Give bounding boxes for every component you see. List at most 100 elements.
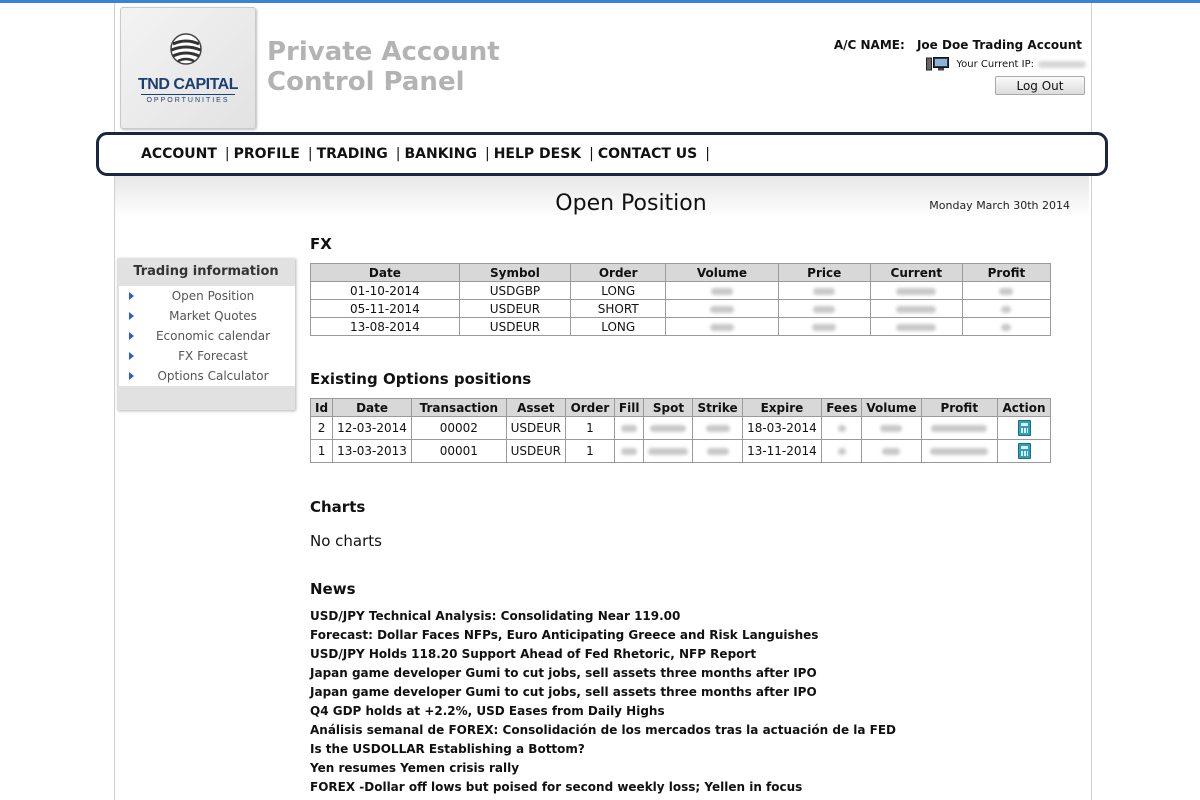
column-header: Price xyxy=(777,263,871,282)
sidebar-item-label: Economic calendar xyxy=(155,329,271,343)
cell-date: 12-03-2014 xyxy=(332,416,413,440)
current-date: Monday March 30th 2014 xyxy=(929,199,1070,212)
cell-profit-redacted xyxy=(920,439,999,463)
nav-account[interactable]: ACCOUNT xyxy=(141,146,217,162)
panel-title-line2: Control Panel xyxy=(267,67,465,97)
nav-separator: | xyxy=(307,146,313,162)
column-header: Symbol xyxy=(458,263,572,282)
table-row: 01-10-2014 USDGBP LONG xyxy=(310,281,1052,300)
nav-contact-us[interactable]: CONTACT US xyxy=(598,146,697,162)
column-header: Order xyxy=(570,263,667,282)
news-item[interactable]: FOREX -Dollar off lows but poised for se… xyxy=(310,778,896,797)
table-row: 1 13-03-2013 00001 USDEUR 1 13-11-2014 xyxy=(309,439,1051,463)
column-header: Date xyxy=(332,398,413,417)
cell-profit-redacted xyxy=(920,416,999,440)
calculator-icon[interactable] xyxy=(1017,420,1031,436)
cell-transaction: 00001 xyxy=(411,439,507,463)
cell-symbol: USDEUR xyxy=(458,299,572,318)
cell-date: 01-10-2014 xyxy=(310,281,460,300)
charts-heading: Charts xyxy=(310,498,366,516)
column-header: Action xyxy=(997,398,1051,417)
cell-action xyxy=(997,416,1051,440)
column-header: Fill xyxy=(613,398,645,417)
cell-price-redacted xyxy=(777,281,871,300)
nav-help-desk[interactable]: HELP DESK xyxy=(494,146,581,162)
globe-icon xyxy=(170,33,202,65)
nav-separator: | xyxy=(224,146,230,162)
sidebar-item-label: Open Position xyxy=(171,289,255,303)
nav-separator: | xyxy=(705,146,710,162)
nav-trading[interactable]: TRADING xyxy=(317,146,388,162)
column-header: Order xyxy=(564,398,615,417)
current-ip: Your Current IP: xyxy=(926,57,1086,71)
table-row: 2 12-03-2014 00002 USDEUR 1 18-03-2014 xyxy=(309,416,1051,440)
cell-symbol: USDEUR xyxy=(458,317,572,336)
column-header: Asset xyxy=(505,398,566,417)
news-item[interactable]: Yen resumes Yemen crisis rally xyxy=(310,759,896,778)
nav-separator: | xyxy=(589,146,594,162)
sidebar-item-market-quotes[interactable]: Market Quotes xyxy=(119,306,295,326)
column-header: Transaction xyxy=(411,398,507,417)
news-item[interactable]: Is the USDOLLAR Establishing a Bottom? xyxy=(310,740,896,759)
sidebar-item-economic-calendar[interactable]: Economic calendar xyxy=(119,326,295,346)
main-nav: ACCOUNT | PROFILE | TRADING | BANKING | HELP… xyxy=(96,132,1108,176)
trading-info-sidebar: Trading information Open Position Market… xyxy=(117,258,295,410)
arrow-right-icon xyxy=(129,292,134,300)
panel-title: Private Account Control Panel xyxy=(267,37,527,97)
cell-asset: USDEUR xyxy=(505,416,566,440)
column-header: Current xyxy=(869,263,963,282)
cell-asset: USDEUR xyxy=(505,439,566,463)
cell-volume-redacted xyxy=(665,299,779,318)
news-item[interactable]: USD/JPY Holds 118.20 Support Ahead of Fe… xyxy=(310,645,896,664)
arrow-right-icon xyxy=(129,352,134,360)
news-list: USD/JPY Technical Analysis: Consolidatin… xyxy=(310,607,896,797)
cell-symbol: USDGBP xyxy=(458,281,572,300)
cell-current-redacted xyxy=(869,281,963,300)
column-header: Profit xyxy=(961,263,1052,282)
column-header: Date xyxy=(310,263,460,282)
sidebar-item-options-calculator[interactable]: Options Calculator xyxy=(119,366,295,386)
computer-icon xyxy=(926,57,950,71)
news-item[interactable]: Japan game developer Gumi to cut jobs, s… xyxy=(310,664,896,683)
news-item[interactable]: USD/JPY Technical Analysis: Consolidatin… xyxy=(310,607,896,626)
logout-button[interactable]: Log Out xyxy=(995,76,1085,95)
fx-heading: FX xyxy=(310,235,332,253)
table-header-row: Id Date Transaction Asset Order Fill Spo… xyxy=(309,398,1051,417)
cell-order: LONG xyxy=(570,317,667,336)
sidebar-item-fx-forecast[interactable]: FX Forecast xyxy=(119,346,295,366)
logo-tagline: OPPORTUNITIES xyxy=(146,97,230,104)
nav-banking[interactable]: BANKING xyxy=(404,146,477,162)
column-header: Strike xyxy=(692,398,743,417)
nav-separator: | xyxy=(484,146,490,162)
options-table: Id Date Transaction Asset Order Fill Spo… xyxy=(309,398,1051,463)
cell-spot-redacted xyxy=(643,416,694,440)
column-header: Expire xyxy=(741,398,823,417)
cell-action xyxy=(997,439,1051,463)
logo-divider xyxy=(141,94,235,95)
account-name-label: A/C NAME: xyxy=(833,38,905,52)
cell-current-redacted xyxy=(869,317,963,336)
calculator-icon[interactable] xyxy=(1017,443,1031,459)
news-item[interactable]: Japan game developer Gumi to cut jobs, s… xyxy=(310,683,896,702)
cell-volume-redacted xyxy=(665,281,779,300)
news-item[interactable]: Análisis semanal de FOREX: Consolidación… xyxy=(310,721,896,740)
cell-transaction: 00002 xyxy=(411,416,507,440)
cell-id: 2 xyxy=(309,416,334,440)
cell-price-redacted xyxy=(777,317,871,336)
news-heading: News xyxy=(310,580,356,598)
cell-volume-redacted xyxy=(665,317,779,336)
nav-profile[interactable]: PROFILE xyxy=(234,146,300,162)
news-item[interactable]: Q4 GDP holds at +2.2%, USD Eases from Da… xyxy=(310,702,896,721)
column-header: Spot xyxy=(643,398,694,417)
sidebar-item-open-position[interactable]: Open Position xyxy=(119,286,295,306)
account-name: A/C NAME: Joe Doe Trading Account xyxy=(834,38,1082,52)
table-row: 13-08-2014 USDEUR LONG xyxy=(310,317,1052,336)
cell-order: 1 xyxy=(564,439,615,463)
current-ip-value-redacted xyxy=(1038,60,1086,68)
company-logo[interactable]: TND CAPITAL OPPORTUNITIES xyxy=(120,7,256,129)
sidebar-heading: Trading information xyxy=(133,264,279,279)
fx-table: Date Symbol Order Volume Price Current P… xyxy=(310,263,1052,336)
news-item[interactable]: Forecast: Dollar Faces NFPs, Euro Antici… xyxy=(310,626,896,645)
cell-strike-redacted xyxy=(692,416,743,440)
sidebar-item-label: Market Quotes xyxy=(169,309,257,323)
